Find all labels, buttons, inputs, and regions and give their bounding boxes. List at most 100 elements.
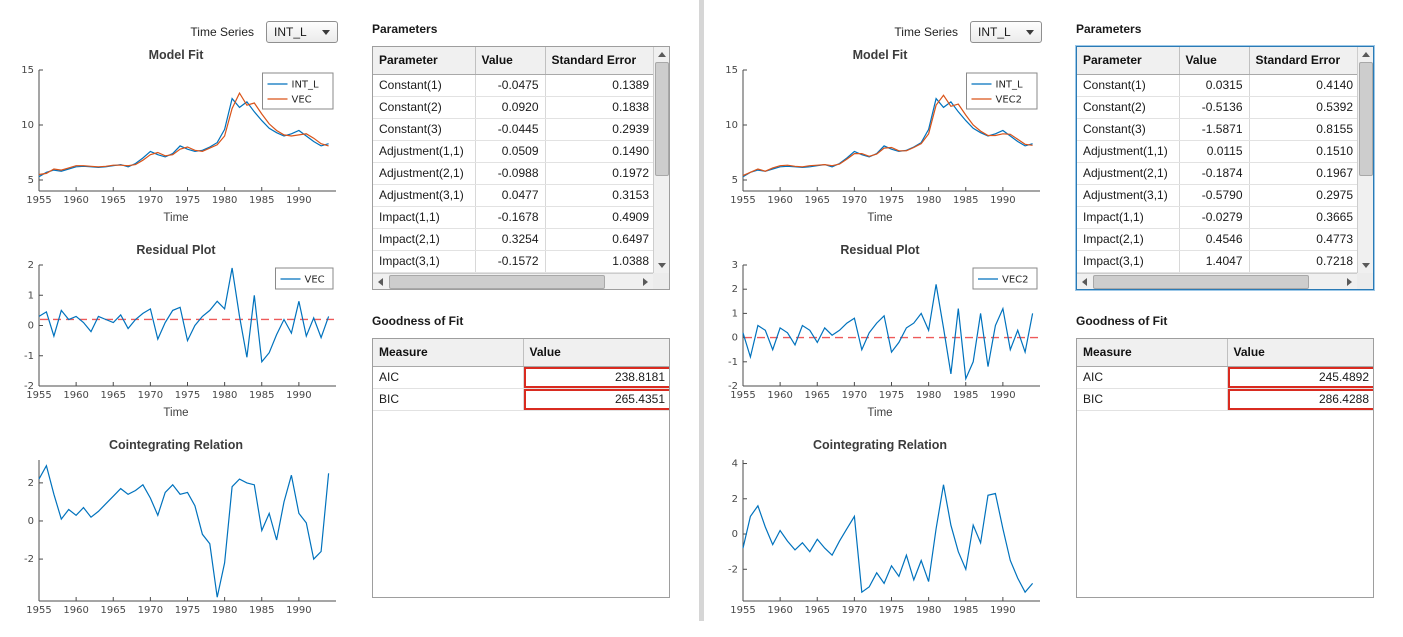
table-row[interactable]: Constant(1) 0.0315 0.4140 xyxy=(1077,74,1357,97)
table-cell[interactable]: 0.3153 xyxy=(545,184,653,207)
table-cell[interactable]: 238.8181 xyxy=(523,366,669,389)
table-row[interactable]: Constant(3) -0.0445 0.2939 xyxy=(373,118,653,141)
table-cell[interactable]: 286.4288 xyxy=(1227,388,1373,411)
column-header[interactable]: Measure xyxy=(1077,339,1228,367)
table-cell[interactable]: Constant(1) xyxy=(373,74,476,97)
table-row[interactable]: Adjustment(2,1) -0.0988 0.1972 xyxy=(373,162,653,185)
table-cell[interactable]: 0.0315 xyxy=(1179,74,1250,97)
table-cell[interactable]: Impact(3,1) xyxy=(373,250,476,273)
table-cell[interactable]: 0.0477 xyxy=(475,184,546,207)
scroll-right-icon[interactable] xyxy=(638,274,653,289)
table-cell[interactable]: 0.0920 xyxy=(475,96,546,119)
table-cell[interactable]: Adjustment(3,1) xyxy=(1077,184,1180,207)
table-cell[interactable]: Adjustment(1,1) xyxy=(1077,140,1180,163)
table-row[interactable]: AIC 245.4892 xyxy=(1077,366,1373,389)
table-cell[interactable]: -0.0445 xyxy=(475,118,546,141)
table-cell[interactable]: 1.4047 xyxy=(1179,250,1250,273)
scroll-up-icon[interactable] xyxy=(654,47,669,62)
table-cell[interactable]: AIC xyxy=(373,366,524,389)
horizontal-scrollbar-thumb[interactable] xyxy=(1093,274,1309,289)
table-cell[interactable]: -0.1874 xyxy=(1179,162,1250,185)
horizontal-scrollbar-thumb[interactable] xyxy=(389,274,605,289)
table-cell[interactable]: -0.1572 xyxy=(475,250,546,273)
goodness-of-fit-table[interactable]: Measure Value AIC 245.4892 BIC 286.4288 xyxy=(1076,338,1374,598)
column-header[interactable]: Value xyxy=(1227,339,1373,367)
time-series-dropdown[interactable]: INT_L xyxy=(970,21,1042,43)
table-cell[interactable]: 0.0115 xyxy=(1179,140,1250,163)
table-cell[interactable]: 0.3665 xyxy=(1249,206,1357,229)
column-header[interactable]: Value xyxy=(1179,47,1250,75)
table-cell[interactable]: 0.4546 xyxy=(1179,228,1250,251)
table-row[interactable]: Constant(3) -1.5871 0.8155 xyxy=(1077,118,1357,141)
table-cell[interactable]: -0.1678 xyxy=(475,206,546,229)
table-cell[interactable]: 0.4909 xyxy=(545,206,653,229)
table-row[interactable]: Adjustment(3,1) -0.5790 0.2975 xyxy=(1077,184,1357,207)
table-cell[interactable]: 0.6497 xyxy=(545,228,653,251)
table-row[interactable]: Adjustment(3,1) 0.0477 0.3153 xyxy=(373,184,653,207)
vertical-scrollbar-thumb[interactable] xyxy=(1358,62,1373,176)
table-cell[interactable]: -0.5136 xyxy=(1179,96,1250,119)
table-row[interactable]: AIC 238.8181 xyxy=(373,366,669,389)
table-cell[interactable]: AIC xyxy=(1077,366,1228,389)
table-cell[interactable]: -1.5871 xyxy=(1179,118,1250,141)
table-cell[interactable]: -0.0475 xyxy=(475,74,546,97)
column-header[interactable]: Parameter xyxy=(373,47,476,75)
table-cell[interactable]: Impact(1,1) xyxy=(1077,206,1180,229)
scroll-right-icon[interactable] xyxy=(1342,274,1357,289)
table-cell[interactable]: 0.1967 xyxy=(1249,162,1357,185)
table-row[interactable]: Constant(1) -0.0475 0.1389 xyxy=(373,74,653,97)
table-cell[interactable]: 0.1972 xyxy=(545,162,653,185)
table-cell[interactable]: 0.8155 xyxy=(1249,118,1357,141)
table-row[interactable]: Constant(2) 0.0920 0.1838 xyxy=(373,96,653,119)
scroll-left-icon[interactable] xyxy=(373,274,388,289)
table-cell[interactable]: 0.1490 xyxy=(545,140,653,163)
table-cell[interactable]: 0.5392 xyxy=(1249,96,1357,119)
column-header[interactable]: Parameter xyxy=(1077,47,1180,75)
table-cell[interactable]: -0.5790 xyxy=(1179,184,1250,207)
table-cell[interactable]: 0.2975 xyxy=(1249,184,1357,207)
parameters-table[interactable]: Parameter Value Standard Error Constant(1) 0… xyxy=(1075,45,1375,291)
table-row[interactable]: Impact(2,1) 0.4546 0.4773 xyxy=(1077,228,1357,251)
parameters-table[interactable]: Parameter Value Standard Error Constant(1) -… xyxy=(372,46,670,290)
scroll-down-icon[interactable] xyxy=(654,258,669,273)
table-row[interactable]: Impact(3,1) 1.4047 0.7218 xyxy=(1077,250,1357,273)
column-header[interactable]: Standard Error xyxy=(545,47,653,75)
table-row[interactable]: Impact(2,1) 0.3254 0.6497 xyxy=(373,228,653,251)
vertical-scrollbar-thumb[interactable] xyxy=(654,62,669,176)
table-cell[interactable]: -0.0988 xyxy=(475,162,546,185)
table-cell[interactable]: 245.4892 xyxy=(1227,366,1373,389)
table-cell[interactable]: -0.0279 xyxy=(1179,206,1250,229)
goodness-of-fit-table[interactable]: Measure Value AIC 238.8181 BIC 265.4351 xyxy=(372,338,670,598)
column-header[interactable]: Value xyxy=(523,339,669,367)
table-row[interactable]: Impact(1,1) -0.1678 0.4909 xyxy=(373,206,653,229)
table-row[interactable]: Impact(1,1) -0.0279 0.3665 xyxy=(1077,206,1357,229)
scroll-down-icon[interactable] xyxy=(1358,258,1373,273)
table-cell[interactable]: 0.4773 xyxy=(1249,228,1357,251)
vertical-scrollbar[interactable] xyxy=(653,47,669,273)
table-cell[interactable]: 0.1510 xyxy=(1249,140,1357,163)
table-row[interactable]: BIC 286.4288 xyxy=(1077,388,1373,411)
table-row[interactable]: BIC 265.4351 xyxy=(373,388,669,411)
table-cell[interactable]: Adjustment(3,1) xyxy=(373,184,476,207)
table-row[interactable]: Impact(3,1) -0.1572 1.0388 xyxy=(373,250,653,273)
table-cell[interactable]: 0.4140 xyxy=(1249,74,1357,97)
column-header[interactable]: Measure xyxy=(373,339,524,367)
table-cell[interactable]: Impact(3,1) xyxy=(1077,250,1180,273)
column-header[interactable]: Standard Error xyxy=(1249,47,1357,75)
scroll-up-icon[interactable] xyxy=(1358,47,1373,62)
table-cell[interactable]: 0.1838 xyxy=(545,96,653,119)
table-cell[interactable]: Constant(3) xyxy=(373,118,476,141)
table-cell[interactable]: Adjustment(2,1) xyxy=(373,162,476,185)
table-cell[interactable]: BIC xyxy=(1077,388,1228,411)
table-cell[interactable]: 265.4351 xyxy=(523,388,669,411)
table-cell[interactable]: 0.3254 xyxy=(475,228,546,251)
table-row[interactable]: Adjustment(1,1) 0.0115 0.1510 xyxy=(1077,140,1357,163)
column-header[interactable]: Value xyxy=(475,47,546,75)
table-row[interactable]: Adjustment(2,1) -0.1874 0.1967 xyxy=(1077,162,1357,185)
table-cell[interactable]: Impact(1,1) xyxy=(373,206,476,229)
table-cell[interactable]: Impact(2,1) xyxy=(373,228,476,251)
table-cell[interactable]: 1.0388 xyxy=(545,250,653,273)
table-cell[interactable]: Constant(2) xyxy=(1077,96,1180,119)
horizontal-scrollbar[interactable] xyxy=(1077,273,1357,289)
table-cell[interactable]: Constant(1) xyxy=(1077,74,1180,97)
